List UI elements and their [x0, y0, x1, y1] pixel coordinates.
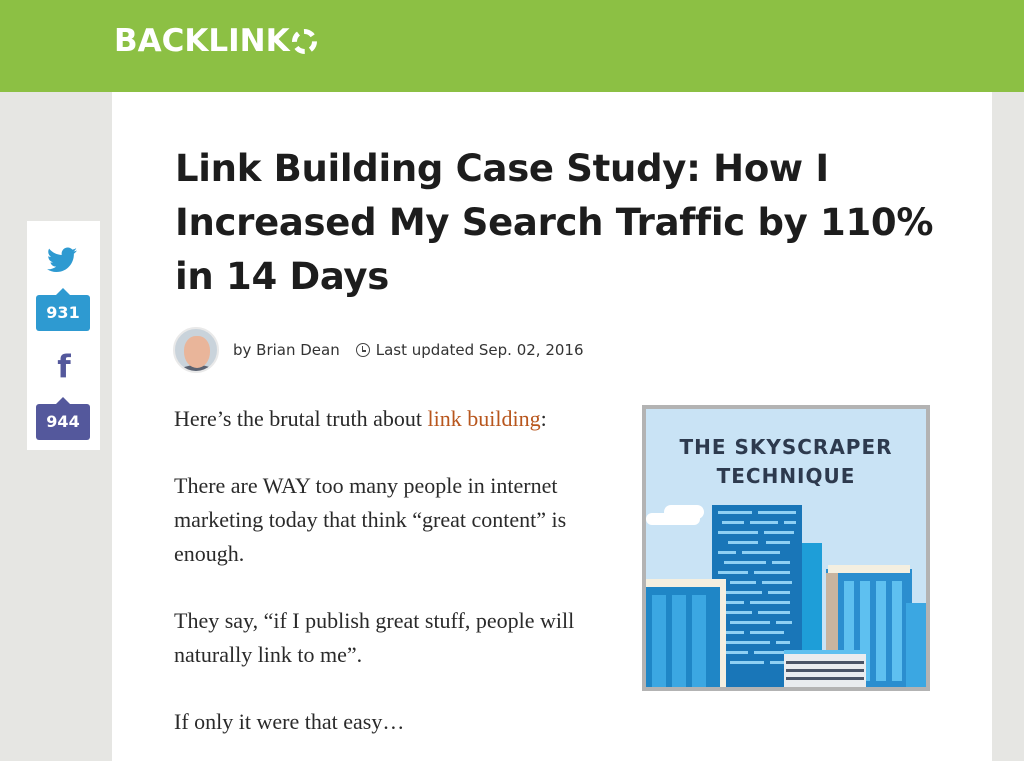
- facebook-share-count[interactable]: 944: [36, 397, 90, 440]
- last-updated: Last updated Sep. 02, 2016: [375, 341, 584, 359]
- logo-text: BACKLINK: [114, 23, 290, 59]
- intro-paragraph: Here’s the brutal truth about link build…: [174, 402, 624, 436]
- paragraph-4: If only it were that easy…: [174, 709, 405, 734]
- intro-prefix: Here’s the brutal truth about: [174, 406, 428, 431]
- paragraph-3: They say, “if I publish great stuff, peo…: [174, 608, 575, 667]
- avatar-face: [184, 336, 210, 368]
- author-avatar[interactable]: [173, 327, 219, 373]
- backlinko-logo[interactable]: BACKLINK: [114, 22, 317, 60]
- article-container: Link Building Case Study: How I Increase…: [112, 92, 992, 761]
- skyscraper-image[interactable]: THE SKYSCRAPER TECHNIQUE: [642, 405, 930, 691]
- site-header: BACKLINK: [0, 0, 1024, 92]
- link-building-link[interactable]: link building: [428, 406, 541, 431]
- article-title: Link Building Case Study: How I Increase…: [175, 147, 934, 298]
- intro-suffix: :: [540, 406, 547, 431]
- twitter-bird-icon[interactable]: [47, 247, 77, 273]
- byline: by Brian Dean Last updated Sep. 02, 2016: [173, 327, 584, 373]
- twitter-share-count[interactable]: 931: [36, 288, 90, 331]
- share-sidebar: 931 f 944: [27, 221, 100, 450]
- skyline-illustration: [646, 505, 926, 687]
- author-name: by Brian Dean: [233, 341, 340, 359]
- facebook-f-icon[interactable]: f: [54, 350, 74, 384]
- logo-o-icon: [291, 28, 317, 54]
- clock-icon: [355, 343, 370, 357]
- article-body: Here’s the brutal truth about link build…: [174, 402, 624, 761]
- paragraph-2: There are WAY too many people in interne…: [174, 473, 567, 566]
